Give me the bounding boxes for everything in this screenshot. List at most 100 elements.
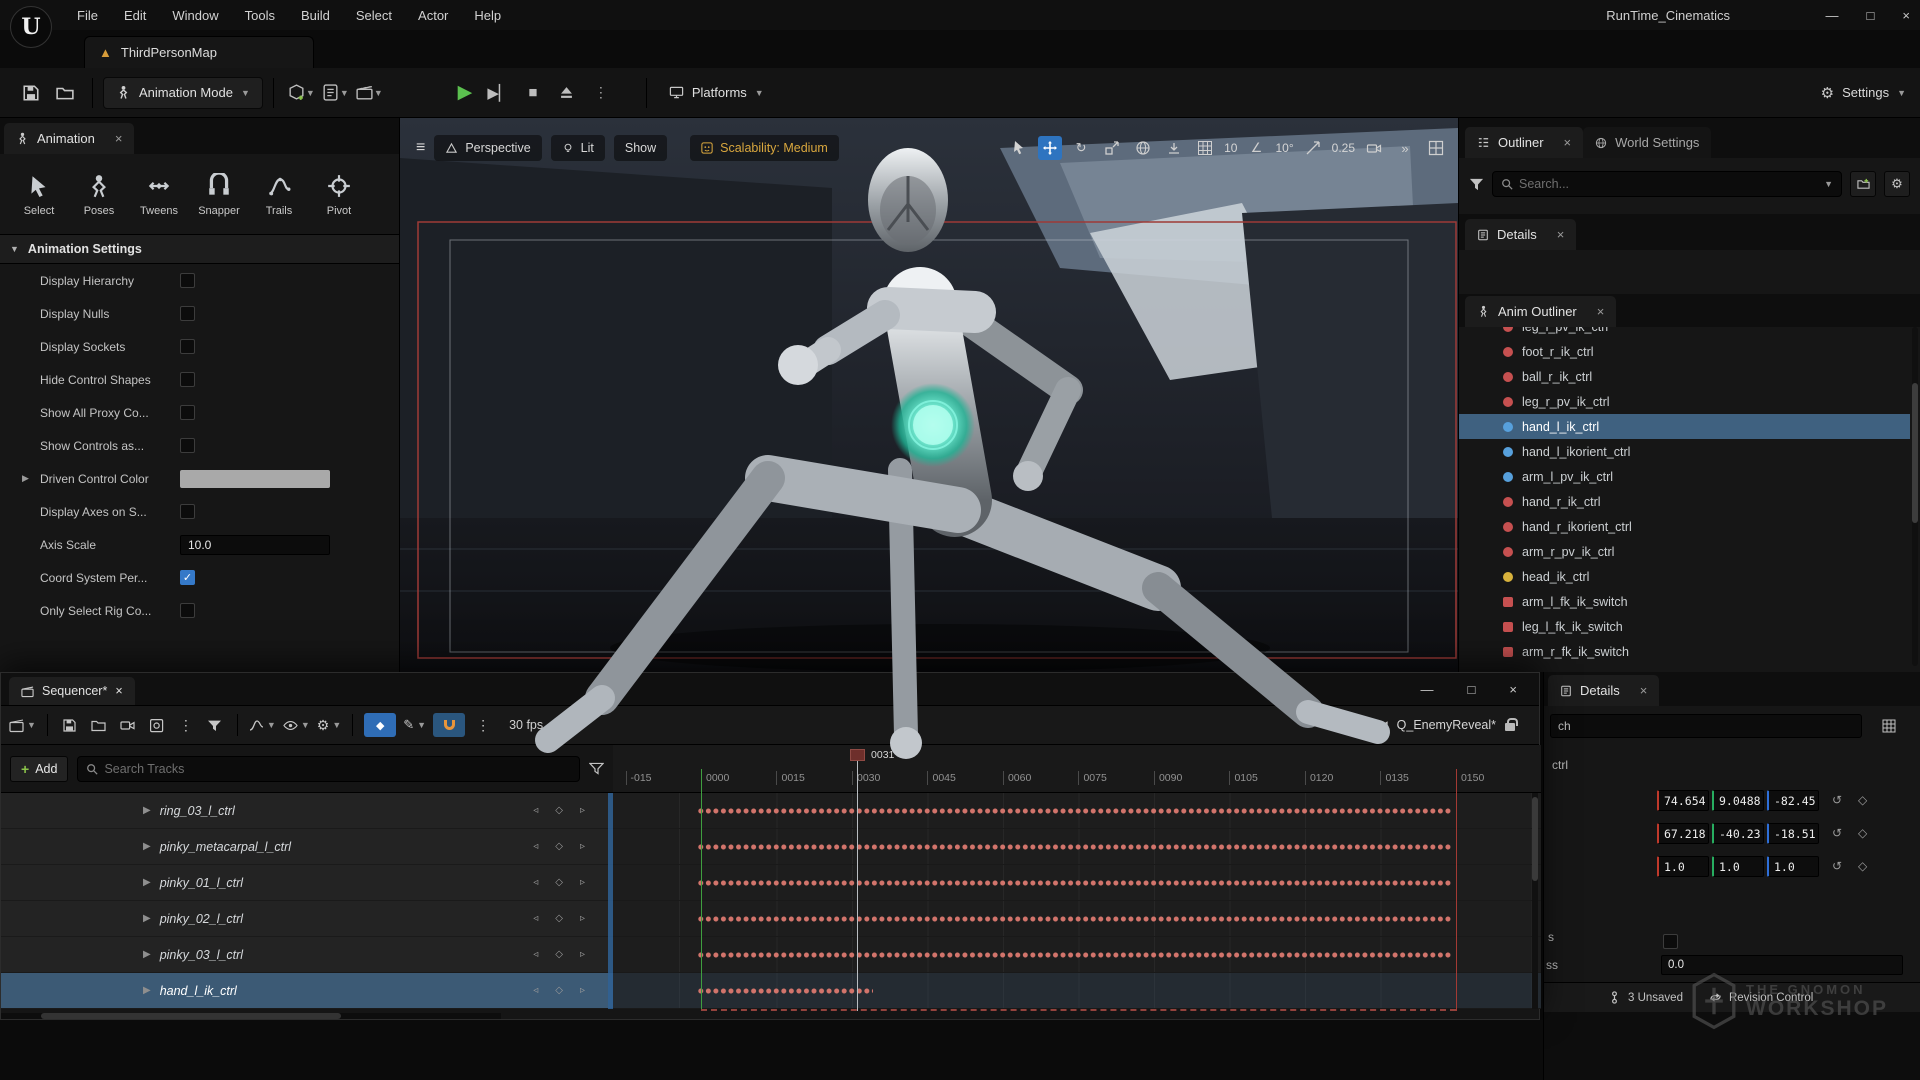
reset-icon[interactable]: ↺: [1832, 793, 1842, 807]
scale-tool-icon[interactable]: [1100, 136, 1124, 160]
rotation-snap-value[interactable]: 10°: [1275, 141, 1293, 155]
close-icon[interactable]: ×: [1597, 304, 1605, 319]
perspective-dropdown[interactable]: Perspective: [434, 135, 541, 161]
keyframe-nav[interactable]: ◃◇▹: [533, 841, 585, 852]
expand-chevron-icon[interactable]: ▶: [143, 985, 151, 996]
expand-chevron-icon[interactable]: ▶: [143, 805, 151, 816]
track-filter-icon[interactable]: [589, 761, 604, 776]
play-button[interactable]: ▶: [450, 78, 480, 108]
track-ring-03-l-ctrl[interactable]: ▶ring_03_l_ctrl◃◇▹: [1, 793, 613, 829]
transform-value-1-0[interactable]: 67.218: [1657, 823, 1709, 844]
tab-details-bottom[interactable]: Details ×: [1548, 675, 1659, 706]
anim-outliner-item-foot-r-ik-ctrl[interactable]: foot_r_ik_ctrl: [1459, 339, 1910, 364]
menu-edit[interactable]: Edit: [111, 0, 159, 30]
outliner-search-input[interactable]: [1519, 177, 1818, 191]
details-search-box[interactable]: ch: [1550, 714, 1862, 738]
snap-options-kebab[interactable]: ⋮: [472, 713, 494, 737]
keyframe-nav[interactable]: ◃◇▹: [533, 805, 585, 816]
setting-checkbox[interactable]: [180, 504, 195, 519]
rotation-snap-icon[interactable]: ∠: [1244, 136, 1268, 160]
track-pinky-02-l-ctrl[interactable]: ▶pinky_02_l_ctrl◃◇▹: [1, 901, 613, 937]
editor-mode-dropdown[interactable]: Animation Mode ▼: [103, 77, 263, 109]
toolbar-settings-button[interactable]: ⚙ Settings ▼: [1821, 84, 1906, 102]
menu-actor[interactable]: Actor: [405, 0, 461, 30]
sequencer-titlebar[interactable]: Sequencer* × — □ ×: [1, 673, 1539, 705]
keyframe-dots[interactable]: [697, 986, 873, 996]
outliner-search-box[interactable]: ▼: [1492, 171, 1842, 197]
keyframe-dots[interactable]: [697, 806, 1452, 816]
expand-chevron-icon[interactable]: ▶: [143, 913, 151, 924]
transform-value-1-2[interactable]: -18.51: [1767, 823, 1819, 844]
track-filters-button[interactable]: [204, 713, 226, 737]
setting-checkbox[interactable]: [180, 438, 195, 453]
world-space-icon[interactable]: [1131, 136, 1155, 160]
menu-file[interactable]: File: [64, 0, 111, 30]
tool-snapper[interactable]: Snapper: [190, 162, 248, 228]
sequencer-kebab[interactable]: ⋮: [175, 713, 197, 737]
minimize-button[interactable]: —: [1421, 682, 1434, 697]
keyframe-nav[interactable]: ◃◇▹: [533, 913, 585, 924]
playback-options-dropdown[interactable]: ⚙▼: [317, 713, 341, 737]
track-search-box[interactable]: [77, 756, 580, 782]
anim-outliner-item-ball-r-ik-ctrl[interactable]: ball_r_ik_ctrl: [1459, 364, 1910, 389]
tab-details-top[interactable]: Details ×: [1465, 219, 1576, 250]
grid-snap-icon[interactable]: [1193, 136, 1217, 160]
tool-tweens[interactable]: Tweens: [130, 162, 188, 228]
sequencer-timeline[interactable]: [613, 793, 1541, 1009]
sequencer-vertical-scrollbar[interactable]: [1532, 793, 1538, 1009]
eject-button[interactable]: [552, 78, 582, 108]
viewport[interactable]: ≡ Perspective Lit Show Scalability: Medi…: [400, 118, 1458, 672]
close-icon[interactable]: ×: [1557, 227, 1565, 242]
axis-scale-input[interactable]: 10.0: [180, 535, 330, 555]
transform-value-2-1[interactable]: 1.0: [1712, 856, 1764, 877]
minimize-button[interactable]: —: [1826, 8, 1839, 23]
browse-sequence-button[interactable]: [88, 713, 110, 737]
anim-outliner-item-leg-l-fk-ik-switch[interactable]: leg_l_fk_ik_switch: [1459, 614, 1910, 639]
select-tool-icon[interactable]: [1007, 136, 1031, 160]
expander-icon[interactable]: ▶: [22, 473, 29, 484]
add-content-dropdown[interactable]: ▼: [284, 76, 318, 110]
filter-icon[interactable]: [1469, 177, 1484, 192]
keyframe-dots[interactable]: [697, 914, 1452, 924]
expand-chevron-icon[interactable]: ▶: [143, 949, 151, 960]
tool-trails[interactable]: Trails: [250, 162, 308, 228]
tab-outliner[interactable]: Outliner ×: [1465, 127, 1583, 158]
anim-outliner-item-head-ik-ctrl[interactable]: head_ik_ctrl: [1459, 564, 1910, 589]
reset-icon[interactable]: ↺: [1832, 859, 1842, 873]
tab-world-settings[interactable]: World Settings: [1583, 127, 1711, 158]
anim-outliner-item-arm-l-fk-ik-switch[interactable]: arm_l_fk_ik_switch: [1459, 589, 1910, 614]
platforms-dropdown[interactable]: Platforms ▼: [657, 77, 776, 109]
anim-outliner-item-arm-r-pv-ik-ctrl[interactable]: arm_r_pv_ik_ctrl: [1459, 539, 1910, 564]
anim-outliner-item-hand-r-ikorient-ctrl[interactable]: hand_r_ikorient_ctrl: [1459, 514, 1910, 539]
camera-speed-value[interactable]: 0.25: [1332, 141, 1355, 155]
anim-outliner-item-arm-l-pv-ik-ctrl[interactable]: arm_l_pv_ik_ctrl: [1459, 464, 1910, 489]
frame-skip-button[interactable]: ▶▏: [484, 78, 514, 108]
tab-anim-outliner[interactable]: Anim Outliner ×: [1465, 296, 1616, 327]
details-value-input[interactable]: 0.0: [1661, 955, 1903, 975]
setting-checkbox[interactable]: [180, 405, 195, 420]
menu-tools[interactable]: Tools: [232, 0, 288, 30]
timeline-row-hand-l-ik-ctrl[interactable]: [613, 973, 1541, 1009]
setting-checkbox[interactable]: [180, 273, 195, 288]
lit-dropdown[interactable]: Lit: [551, 135, 605, 161]
transform-value-0-0[interactable]: 74.654: [1657, 790, 1709, 811]
add-track-button[interactable]: + Add: [10, 756, 68, 782]
grid-snap-value[interactable]: 10: [1224, 141, 1237, 155]
viewport-menu-icon[interactable]: ≡: [416, 139, 425, 157]
timeline-row-pinky-metacarpal-l-ctrl[interactable]: [613, 829, 1541, 865]
track-pinky-metacarpal-l-ctrl[interactable]: ▶pinky_metacarpal_l_ctrl◃◇▹: [1, 829, 613, 865]
track-pinky-01-l-ctrl[interactable]: ▶pinky_01_l_ctrl◃◇▹: [1, 865, 613, 901]
blueprints-dropdown[interactable]: ▼: [318, 76, 352, 110]
setting-checkbox[interactable]: [180, 603, 195, 618]
track-hand-l-ik-ctrl[interactable]: ▶hand_l_ik_ctrl◃◇▹: [1, 973, 613, 1009]
outliner-settings-button[interactable]: ⚙: [1884, 171, 1910, 197]
tool-pivot[interactable]: Pivot: [310, 162, 368, 228]
menu-window[interactable]: Window: [159, 0, 231, 30]
anim-outliner-item-hand-l-ik-ctrl[interactable]: hand_l_ik_ctrl: [1459, 414, 1910, 439]
timeline-ruler[interactable]: -015000000150030004500600075009001050120…: [613, 745, 1541, 793]
setting-checkbox[interactable]: [180, 372, 195, 387]
chevron-down-icon[interactable]: ▼: [1824, 179, 1833, 189]
scale-snap-icon[interactable]: [1301, 136, 1325, 160]
close-icon[interactable]: ×: [115, 131, 123, 146]
show-dropdown[interactable]: Show: [614, 135, 667, 161]
